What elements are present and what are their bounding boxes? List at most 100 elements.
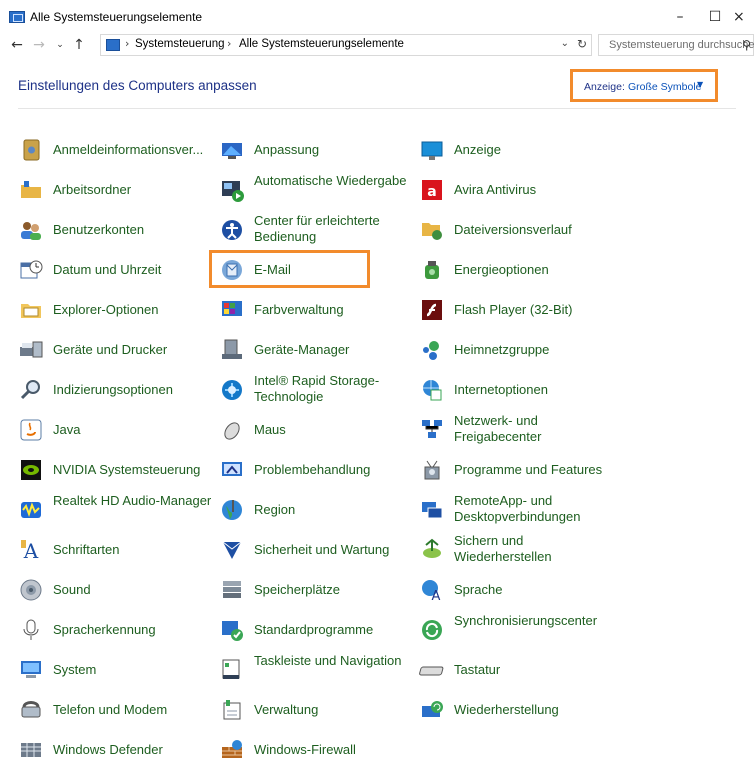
control-panel-item[interactable]: NVIDIA Systemsteuerung — [18, 450, 213, 490]
item-label[interactable]: Windows Defender — [53, 742, 163, 758]
item-label[interactable]: Internetoptionen — [454, 382, 548, 398]
item-label[interactable]: System — [53, 662, 96, 678]
address-bar[interactable]: › Systemsteuerung › Alle Systemsteuerung… — [100, 34, 592, 56]
item-label[interactable]: NVIDIA Systemsteuerung — [53, 462, 200, 478]
control-panel-item[interactable]: Wiederherstellung — [419, 690, 619, 730]
item-label[interactable]: Intel® Rapid Storage-Technologie — [254, 373, 424, 405]
item-label[interactable]: Taskleiste und Navigation — [254, 653, 424, 669]
control-panel-item[interactable]: RemoteApp- und Desktopverbindungen — [419, 490, 619, 530]
control-panel-item[interactable]: System — [18, 650, 213, 690]
item-label[interactable]: Automatische Wiedergabe — [254, 173, 424, 189]
item-label[interactable]: Schriftarten — [53, 542, 119, 558]
item-label[interactable]: Center für erleichterte Bedienung — [254, 213, 424, 245]
item-label[interactable]: Indizierungsoptionen — [53, 382, 173, 398]
item-label[interactable]: Speicherplätze — [254, 582, 340, 598]
item-label[interactable]: Geräte-Manager — [254, 342, 349, 358]
control-panel-item[interactable]: Dateiversionsverlauf — [419, 210, 619, 250]
control-panel-item[interactable]: Speicherplätze — [219, 570, 414, 610]
control-panel-item[interactable]: Anmeldeinformationsver... — [18, 130, 213, 170]
item-label[interactable]: Datum und Uhrzeit — [53, 262, 161, 278]
breadcrumb-systemsteuerung[interactable]: Systemsteuerung — [135, 38, 225, 50]
control-panel-item[interactable]: Telefon und Modem — [18, 690, 213, 730]
item-label[interactable]: Benutzerkonten — [53, 222, 144, 238]
control-panel-item[interactable]: Problembehandlung — [219, 450, 414, 490]
control-panel-item[interactable]: Intel® Rapid Storage-Technologie — [219, 370, 414, 410]
item-label[interactable]: Wiederherstellung — [454, 702, 559, 718]
item-label[interactable]: Netzwerk- und Freigabecenter — [454, 413, 624, 445]
item-label[interactable]: Anzeige — [454, 142, 501, 158]
control-panel-item[interactable]: Heimnetzgruppe — [419, 330, 619, 370]
control-panel-item[interactable]: Netzwerk- und Freigabecenter — [419, 410, 619, 450]
item-label[interactable]: Sound — [53, 582, 91, 598]
control-panel-item[interactable]: Geräte und Drucker — [18, 330, 213, 370]
item-label[interactable]: Verwaltung — [254, 702, 318, 718]
item-label[interactable]: Programme und Features — [454, 462, 602, 478]
item-label[interactable]: Geräte und Drucker — [53, 342, 167, 358]
up-arrow-icon[interactable]: ↑ — [70, 35, 88, 55]
minimize-button[interactable]: – — [663, 5, 697, 29]
refresh-icon[interactable]: ↻ — [577, 37, 587, 51]
item-label[interactable]: Maus — [254, 422, 286, 438]
control-panel-item[interactable]: Region — [219, 490, 414, 530]
breadcrumb-separator-icon[interactable]: › — [227, 37, 231, 50]
item-label[interactable]: RemoteApp- und Desktopverbindungen — [454, 493, 624, 525]
item-label[interactable]: Energieoptionen — [454, 262, 549, 278]
control-panel-item[interactable]: Java — [18, 410, 213, 450]
search-icon[interactable]: ⚲ — [742, 38, 751, 52]
control-panel-item[interactable]: Sichern und Wiederherstellen — [419, 530, 619, 570]
item-label[interactable]: Tastatur — [454, 662, 500, 678]
control-panel-item[interactable]: Realtek HD Audio-Manager — [18, 490, 213, 530]
control-panel-item[interactable]: Indizierungsoptionen — [18, 370, 213, 410]
caret-down-icon[interactable]: ▼ — [697, 80, 703, 89]
control-panel-item[interactable]: Maus — [219, 410, 414, 450]
item-label[interactable]: Synchronisierungscenter — [454, 613, 624, 629]
item-label[interactable]: Windows-Firewall — [254, 742, 356, 758]
control-panel-item[interactable]: Anzeige — [419, 130, 619, 170]
control-panel-item[interactable]: Flash Player (32-Bit) — [419, 290, 619, 330]
item-label[interactable]: Telefon und Modem — [53, 702, 167, 718]
control-panel-item[interactable]: Programme und Features — [419, 450, 619, 490]
breadcrumb-separator-icon[interactable]: › — [125, 37, 129, 50]
breadcrumb-all-items[interactable]: Alle Systemsteuerungselemente — [239, 38, 404, 50]
view-dropdown[interactable]: Große Symbole — [628, 81, 702, 93]
control-panel-item[interactable]: Windows-Firewall — [219, 730, 414, 758]
view-selector[interactable]: Anzeige: Große Symbole ▼ — [570, 69, 718, 102]
control-panel-item[interactable]: Datum und Uhrzeit — [18, 250, 213, 290]
item-label[interactable]: Flash Player (32-Bit) — [454, 302, 572, 318]
control-panel-item[interactable]: Farbverwaltung — [219, 290, 414, 330]
control-panel-item[interactable]: Anpassung — [219, 130, 414, 170]
recent-locations-chevron-icon[interactable]: ⌄ — [51, 35, 69, 55]
item-label[interactable]: Region — [254, 502, 295, 518]
control-panel-item[interactable]: Spracherkennung — [18, 610, 213, 650]
control-panel-item[interactable]: A Schriftarten — [18, 530, 213, 570]
item-label[interactable]: Heimnetzgruppe — [454, 342, 549, 358]
control-panel-item[interactable]: Explorer-Optionen — [18, 290, 213, 330]
control-panel-item[interactable]: Tastatur — [419, 650, 619, 690]
maximize-button[interactable]: ☐ — [698, 5, 732, 29]
close-button[interactable]: × — [733, 5, 754, 29]
item-label[interactable]: Anmeldeinformationsver... — [53, 142, 203, 158]
item-label[interactable]: Java — [53, 422, 80, 438]
item-label[interactable]: Farbverwaltung — [254, 302, 344, 318]
control-panel-item[interactable]: Standardprogramme — [219, 610, 414, 650]
item-label[interactable]: Arbeitsordner — [53, 182, 131, 198]
item-label[interactable]: Standardprogramme — [254, 622, 373, 638]
control-panel-item[interactable]: Synchronisierungscenter — [419, 610, 619, 650]
control-panel-item[interactable]: Sicherheit und Wartung — [219, 530, 414, 570]
item-label[interactable]: Sprache — [454, 582, 502, 598]
control-panel-item[interactable]: Energieoptionen — [419, 250, 619, 290]
item-label[interactable]: Spracherkennung — [53, 622, 156, 638]
control-panel-item[interactable]: Geräte-Manager — [219, 330, 414, 370]
back-arrow-icon[interactable]: ← — [8, 35, 26, 55]
control-panel-item[interactable]: Verwaltung — [219, 690, 414, 730]
item-label[interactable]: Problembehandlung — [254, 462, 370, 478]
control-panel-item[interactable]: A Sprache — [419, 570, 619, 610]
item-label[interactable]: Dateiversionsverlauf — [454, 222, 572, 238]
control-panel-item[interactable]: Automatische Wiedergabe — [219, 170, 414, 210]
control-panel-item[interactable]: Arbeitsordner — [18, 170, 213, 210]
item-label[interactable]: Sichern und Wiederherstellen — [454, 533, 624, 565]
item-label[interactable]: Realtek HD Audio-Manager — [53, 493, 223, 509]
address-dropdown-icon[interactable]: ⌄ — [561, 38, 569, 49]
control-panel-item[interactable]: a Avira Antivirus — [419, 170, 619, 210]
control-panel-item[interactable]: Sound — [18, 570, 213, 610]
